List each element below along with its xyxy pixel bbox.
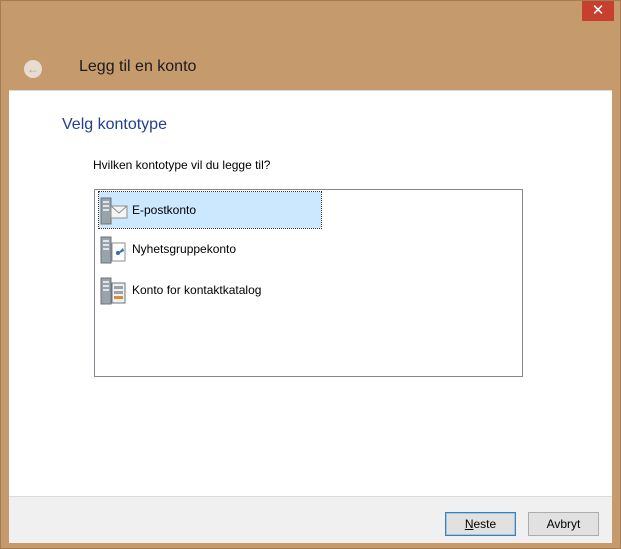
directory-account-icon xyxy=(100,277,126,305)
list-item-directory-account[interactable]: Konto for kontaktkatalog xyxy=(99,272,321,308)
dialog-title: Legg til en konto xyxy=(79,58,197,75)
page-heading: Velg kontotype xyxy=(62,116,167,133)
list-item-label: E-postkonto xyxy=(132,203,197,217)
next-label-rest: este xyxy=(473,517,497,531)
question-text: Hvilken kontotype vil du legge til? xyxy=(93,158,271,172)
back-arrow-icon: ← xyxy=(27,62,39,76)
list-item-email-account[interactable]: E-postkonto xyxy=(98,191,322,229)
newsgroup-account-icon xyxy=(100,236,126,264)
back-button[interactable]: ← xyxy=(24,60,42,78)
content-panel: Velg kontotype Hvilken kontotype vil du … xyxy=(9,90,612,497)
dialog-window: ✕ ← Legg til en konto Velg kontotype Hvi… xyxy=(0,0,621,549)
list-item-newsgroup-account[interactable]: Nyhetsgruppekonto xyxy=(99,231,321,267)
next-button[interactable]: Neste xyxy=(445,512,516,536)
cancel-button[interactable]: Avbryt xyxy=(528,512,599,536)
email-account-icon xyxy=(100,197,128,225)
button-bar: Neste Avbryt xyxy=(9,496,612,543)
list-item-label: Nyhetsgruppekonto xyxy=(132,242,237,256)
list-item-label: Konto for kontaktkatalog xyxy=(132,283,262,297)
title-row: ← Legg til en konto xyxy=(1,44,620,84)
close-button[interactable]: ✕ xyxy=(582,1,614,21)
account-type-list[interactable]: E-postkonto Nyhetsgruppekonto Konto for … xyxy=(94,189,523,377)
